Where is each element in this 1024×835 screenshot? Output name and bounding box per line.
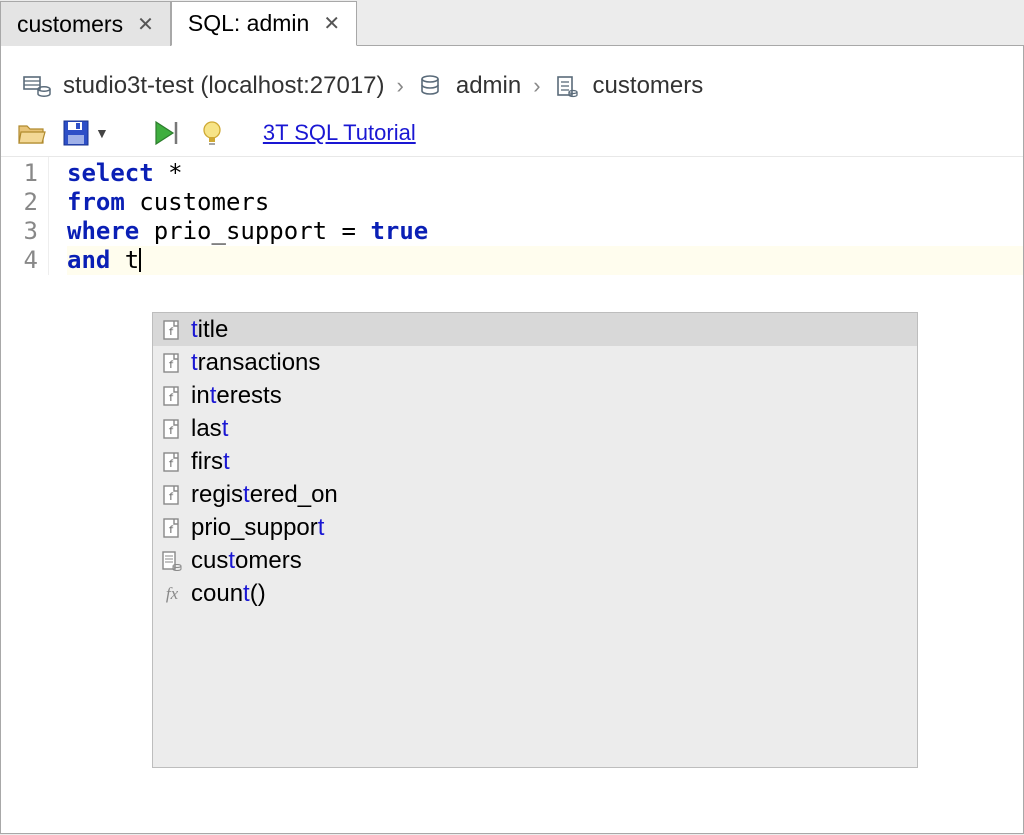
kw: from <box>67 188 125 216</box>
chevron-down-icon[interactable]: ▼ <box>95 125 109 141</box>
autocomplete-popup[interactable]: f title f transactions f interests f last f first… <box>152 312 918 768</box>
save-button-group[interactable]: ▼ <box>59 118 109 148</box>
tab-sql-admin[interactable]: SQL: admin ✕ <box>171 1 357 46</box>
collection-icon <box>159 549 185 573</box>
kw: where <box>67 217 139 245</box>
line-number: 3 <box>1 217 48 246</box>
svg-text:f: f <box>168 393 174 404</box>
autocomplete-item[interactable]: fxcount() <box>153 577 917 610</box>
line-number: 2 <box>1 188 48 217</box>
autocomplete-item[interactable]: f interests <box>153 379 917 412</box>
autocomplete-label: prio_support <box>191 514 324 542</box>
field-icon: f <box>159 450 185 474</box>
field-icon: f <box>159 318 185 342</box>
autocomplete-item[interactable]: customers <box>153 544 917 577</box>
svg-text:f: f <box>168 459 174 470</box>
line-gutter: 1 2 3 4 <box>1 157 49 275</box>
autocomplete-item[interactable]: f first <box>153 445 917 478</box>
connection-icon <box>23 72 51 100</box>
sql-editor[interactable]: 1 2 3 4 select * from customers where pr… <box>1 156 1023 275</box>
autocomplete-label: last <box>191 415 228 443</box>
autocomplete-label: transactions <box>191 349 320 377</box>
field-icon: f <box>159 483 185 507</box>
kw: true <box>370 217 428 245</box>
database-icon <box>416 72 444 100</box>
collection-icon <box>553 72 581 100</box>
breadcrumb-collection[interactable]: customers <box>593 72 704 100</box>
save-button[interactable] <box>59 118 93 148</box>
breadcrumb-connection[interactable]: studio3t-test (localhost:27017) <box>63 72 385 100</box>
autocomplete-label: registered_on <box>191 481 338 509</box>
code-text: t <box>110 246 139 274</box>
field-icon: f <box>159 516 185 540</box>
svg-text:f: f <box>168 525 174 536</box>
field-icon: f <box>159 384 185 408</box>
run-button[interactable] <box>151 118 185 148</box>
chevron-right-icon: › <box>397 73 404 99</box>
hint-button[interactable] <box>195 118 229 148</box>
svg-text:f: f <box>168 360 174 371</box>
close-icon[interactable]: ✕ <box>323 11 340 36</box>
toolbar: ▼ 3T SQL Tutorial <box>1 118 1023 156</box>
autocomplete-label: customers <box>191 547 302 575</box>
field-icon: f <box>159 351 185 375</box>
breadcrumb-database[interactable]: admin <box>456 72 521 100</box>
text-caret <box>139 248 141 272</box>
code-area[interactable]: select * from customers where prio_suppo… <box>49 157 1023 275</box>
autocomplete-item[interactable]: f registered_on <box>153 478 917 511</box>
chevron-right-icon: › <box>533 73 540 99</box>
field-icon: f <box>159 417 185 441</box>
tutorial-link[interactable]: 3T SQL Tutorial <box>263 120 416 146</box>
svg-text:f: f <box>168 327 174 338</box>
kw: and <box>67 246 110 274</box>
tab-label: SQL: admin <box>188 10 309 37</box>
function-icon: fx <box>159 582 185 606</box>
autocomplete-label: interests <box>191 382 282 410</box>
line-number: 1 <box>1 159 48 188</box>
kw: select <box>67 159 154 187</box>
code-text: customers <box>125 188 270 216</box>
autocomplete-item[interactable]: f prio_support <box>153 511 917 544</box>
autocomplete-item[interactable]: f transactions <box>153 346 917 379</box>
code-text: * <box>154 159 183 187</box>
tab-label: customers <box>17 11 123 38</box>
autocomplete-label: first <box>191 448 230 476</box>
svg-text:f: f <box>168 426 174 437</box>
close-icon[interactable]: ✕ <box>137 12 154 37</box>
line-number: 4 <box>1 246 48 275</box>
breadcrumb: studio3t-test (localhost:27017) › admin … <box>1 46 1023 118</box>
autocomplete-item[interactable]: f title <box>153 313 917 346</box>
tab-bar: customers ✕ SQL: admin ✕ <box>0 0 1024 46</box>
autocomplete-label: title <box>191 316 228 344</box>
autocomplete-item[interactable]: f last <box>153 412 917 445</box>
code-text: prio_support = <box>139 217 370 245</box>
open-folder-button[interactable] <box>15 118 49 148</box>
svg-text:f: f <box>168 492 174 503</box>
tab-customers[interactable]: customers ✕ <box>0 1 171 46</box>
autocomplete-label: count() <box>191 580 266 608</box>
